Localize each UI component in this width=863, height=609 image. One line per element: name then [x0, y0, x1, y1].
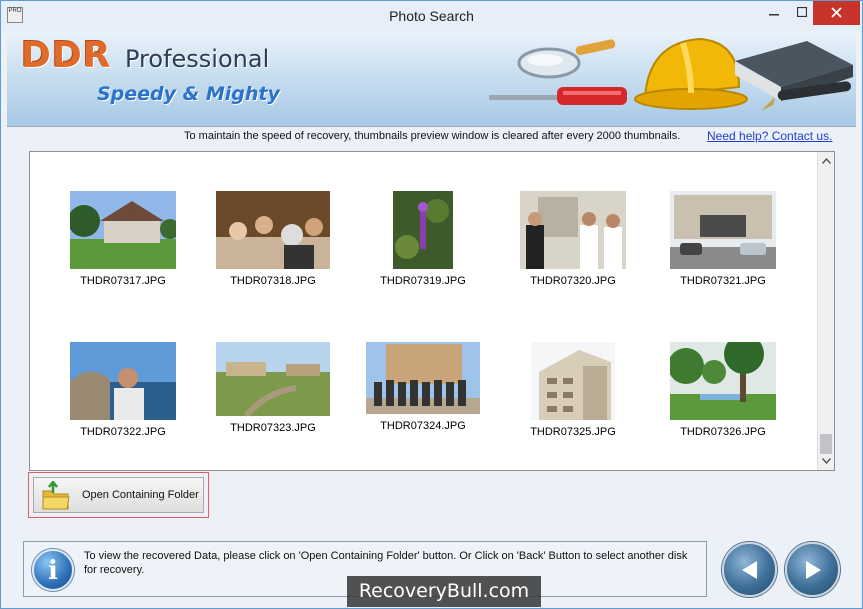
thumbnail-limit-notice: To maintain the speed of recovery, thumb…: [184, 130, 681, 142]
thumbnail-filename: THDR07319.JPG: [380, 275, 466, 287]
thumbnail-item[interactable]: THDR07322.JPG: [48, 342, 198, 438]
open-folder-label: Open Containing Folder: [82, 489, 199, 501]
back-button[interactable]: [722, 542, 777, 597]
minimize-icon[interactable]: [761, 1, 787, 25]
scroll-down-icon[interactable]: [818, 454, 835, 468]
thumbnail-image: [670, 342, 776, 420]
open-folder-icon: [42, 481, 70, 510]
thumbnail-image: [216, 191, 330, 269]
thumbnail-item[interactable]: THDR07317.JPG: [48, 191, 198, 287]
info-icon: i: [32, 549, 74, 591]
thumbnail-item[interactable]: THDR07326.JPG: [648, 342, 798, 438]
thumbnail-image: [531, 342, 615, 420]
thumbnail-filename: THDR07322.JPG: [80, 426, 166, 438]
thumbnail-preview-panel[interactable]: THDR07317.JPG THDR07318.JPG THDR07319.JP…: [29, 151, 835, 471]
app-window: PRO Photo Search DDR Professional Speedy…: [0, 0, 863, 609]
brand-banner: DDR Professional Speedy & Mighty: [7, 31, 856, 127]
thumbnail-filename: THDR07318.JPG: [230, 275, 316, 287]
thumbnail-item[interactable]: THDR07319.JPG: [348, 191, 498, 287]
scroll-up-icon[interactable]: [818, 154, 835, 168]
thumbnail-image: [670, 191, 776, 269]
thumbnail-item[interactable]: THDR07320.JPG: [498, 191, 648, 287]
open-containing-folder-button[interactable]: Open Containing Folder: [33, 477, 204, 513]
thumbnail-filename: THDR07326.JPG: [680, 426, 766, 438]
thumbnail-filename: THDR07320.JPG: [530, 275, 616, 287]
thumbnail-filename: THDR07321.JPG: [680, 275, 766, 287]
screwdriver-icon: [489, 87, 627, 105]
thumbnail-filename: THDR07325.JPG: [530, 426, 616, 438]
watermark-label: RecoveryBull.com: [347, 576, 541, 607]
thumbnail-image: [393, 191, 453, 269]
brand-logo-ddr: DDR: [21, 35, 112, 76]
thumbnail-filename: THDR07323.JPG: [230, 422, 316, 434]
magnifier-icon: [517, 39, 616, 79]
scroll-thumb[interactable]: [820, 434, 832, 454]
hard-hat-icon: [634, 37, 748, 110]
thumbnail-image: [70, 191, 176, 269]
thumbnail-image: [216, 342, 330, 416]
maximize-icon[interactable]: [789, 1, 815, 25]
thumbnail-item[interactable]: THDR07325.JPG: [498, 342, 648, 438]
back-arrow-icon: [742, 561, 757, 579]
thumbnail-item[interactable]: THDR07318.JPG: [198, 191, 348, 287]
thumbnail-filename: THDR07324.JPG: [380, 420, 466, 432]
thumbnail-item[interactable]: THDR07324.JPG: [348, 342, 498, 432]
open-folder-highlight: Open Containing Folder: [28, 472, 209, 518]
thumbnail-filename: THDR07317.JPG: [80, 275, 166, 287]
title-bar: PRO Photo Search: [1, 1, 862, 31]
help-contact-link[interactable]: Need help? Contact us.: [707, 129, 832, 143]
banner-illustration: [489, 37, 853, 111]
brand-tagline: Speedy & Mighty: [97, 83, 280, 105]
next-button[interactable]: [785, 542, 840, 597]
thumbnail-item[interactable]: THDR07323.JPG: [198, 342, 348, 434]
thumbnail-item[interactable]: THDR07321.JPG: [648, 191, 798, 287]
status-message-text: To view the recovered Data, please click…: [84, 550, 688, 576]
thumbnail-scrollbar[interactable]: [817, 152, 834, 470]
thumbnail-image: [366, 342, 480, 414]
next-arrow-icon: [806, 561, 821, 579]
thumbnail-image: [70, 342, 176, 420]
thumbnail-image: [520, 191, 626, 269]
brand-logo-professional: Professional: [125, 45, 270, 73]
close-icon[interactable]: [813, 1, 860, 25]
window-title: Photo Search: [389, 8, 474, 24]
